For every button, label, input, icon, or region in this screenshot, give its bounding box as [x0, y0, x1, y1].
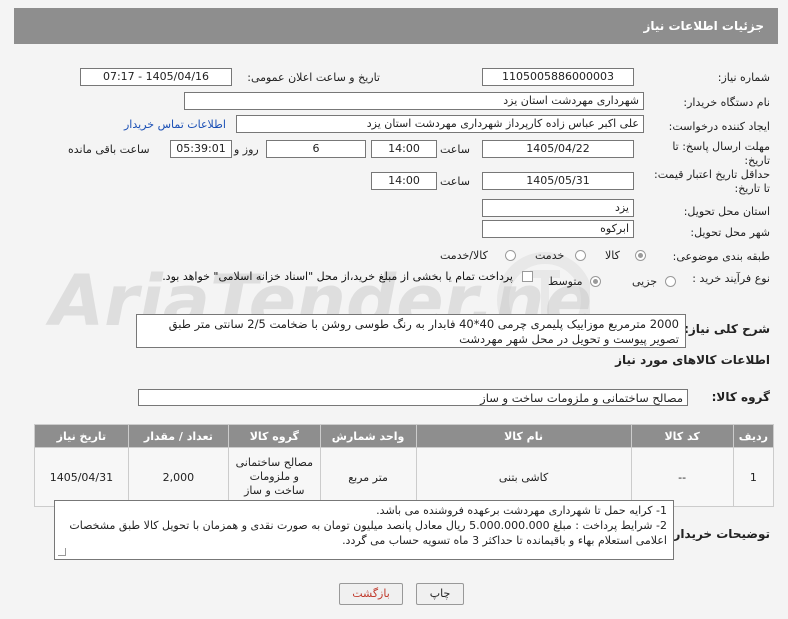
cell-name: کاشی بتنی [415, 447, 632, 507]
purchase-minor-label: جزیی [632, 275, 658, 288]
col-row: ردیف [732, 424, 775, 448]
col-unit: واحد شمارش [319, 424, 417, 448]
goods-group-label: گروه کالا: [711, 390, 770, 404]
treasury-payment-checkbox[interactable] [522, 271, 533, 282]
deadline-date-field: 1405/04/22 [482, 140, 634, 158]
province-field: یزد [482, 199, 634, 217]
description-text: 2000 مترمربع موزاییک پلیمری چرمی 40*40 ف… [168, 317, 679, 346]
need-number-field: 1105005886000003 [482, 68, 634, 86]
days-label: روز و [234, 143, 259, 156]
buyer-notes-line-1: 1- کرایه حمل تا شهرداری مهردشت برعهده فر… [376, 504, 667, 517]
back-button[interactable]: بازگشت [339, 583, 403, 605]
goods-section-title: اطلاعات کالاهای مورد نیاز [615, 353, 770, 367]
province-label: استان محل تحویل: [683, 205, 770, 218]
buyer-notes-label: توضیحات خریدار: [668, 527, 770, 541]
treasury-payment-note: پرداخت تمام یا بخشی از مبلغ خرید،از محل … [162, 270, 513, 283]
resize-handle-icon[interactable] [58, 548, 66, 556]
goods-group-field: مصالح ساختمانی و ملزومات ساخت و ساز [138, 389, 688, 406]
price-validity-label: حداقل تاریخ اعتبار قیمت: [654, 168, 770, 181]
col-code: کد کالا [630, 424, 734, 448]
price-validity-time-field: 14:00 [371, 172, 437, 190]
remaining-time-label: ساعت باقی مانده [68, 143, 150, 156]
category-goods-radio[interactable] [635, 250, 646, 261]
category-service-radio[interactable] [575, 250, 586, 261]
announce-label: تاریخ و ساعت اعلان عمومی: [247, 71, 380, 84]
cell-unit: متر مربع [319, 447, 417, 507]
cell-qty: 2,000 [127, 447, 229, 507]
purchase-medium-label: متوسط [548, 275, 583, 288]
panel-title: جزئیات اطلاعات نیاز [14, 8, 778, 44]
goods-table: ردیف کد کالا نام کالا واحد شمارش گروه کا… [34, 424, 775, 507]
deadline-label-2: تاریخ: [744, 154, 770, 167]
price-validity-label-2: تا تاریخ: [734, 182, 770, 195]
buyer-notes-line-2: 2- شرایط پرداخت : مبلغ 5.000.000.000 ریا… [69, 519, 667, 547]
price-validity-date-field: 1405/05/31 [482, 172, 634, 190]
category-both-label: کالا/خدمت [440, 249, 488, 262]
category-service-label: خدمت [535, 249, 565, 262]
deadline-label: مهلت ارسال پاسخ: تا [672, 140, 770, 153]
days-remaining-field: 6 [266, 140, 366, 158]
city-label: شهر محل تحویل: [690, 226, 770, 239]
col-qty: تعداد / مقدار [127, 424, 229, 448]
category-both-radio[interactable] [505, 250, 516, 261]
buyer-notes-textarea[interactable]: 1- کرایه حمل تا شهرداری مهردشت برعهده فر… [54, 500, 674, 560]
cell-code: -- [630, 447, 734, 507]
purchase-type-label: نوع فرآیند خرید : [692, 272, 770, 285]
city-field: ابرکوه [482, 220, 634, 238]
contact-info-link[interactable]: اطلاعات تماس خریدار [124, 118, 226, 131]
goods-table-header: ردیف کد کالا نام کالا واحد شمارش گروه کا… [34, 424, 775, 448]
creator-field: علی اکبر عباس زاده کارپرداز شهرداری مهرد… [236, 115, 644, 133]
print-button[interactable]: چاپ [416, 583, 464, 605]
purchase-medium-radio[interactable] [590, 276, 601, 287]
purchase-minor-radio[interactable] [665, 276, 676, 287]
cell-group: مصالح ساختمانی و ملزومات ساخت و ساز [227, 447, 321, 507]
col-date: تاریخ نیاز [34, 424, 129, 448]
price-validity-time-label: ساعت [440, 175, 470, 188]
cell-date: 1405/04/31 [34, 447, 129, 507]
description-textarea[interactable]: 2000 مترمربع موزاییک پلیمری چرمی 40*40 ف… [136, 314, 686, 348]
cell-row: 1 [732, 447, 775, 507]
creator-label: ایجاد کننده درخواست: [668, 120, 770, 133]
deadline-time-field: 14:00 [371, 140, 437, 158]
col-group: گروه کالا [227, 424, 321, 448]
table-row: 1 -- کاشی بتنی متر مربع مصالح ساختمانی و… [34, 447, 775, 507]
description-label: شرح کلی نیاز: [684, 322, 770, 336]
announce-date-field: 1405/04/16 - 07:17 [80, 68, 232, 86]
category-goods-label: کالا [605, 249, 620, 262]
buyer-org-field: شهرداری مهردشت استان یزد [184, 92, 644, 110]
col-name: نام کالا [415, 424, 632, 448]
buyer-org-label: نام دستگاه خریدار: [683, 96, 770, 109]
remaining-time-field: 05:39:01 [170, 140, 232, 158]
category-label: طبقه بندی موضوعی: [672, 250, 770, 263]
deadline-time-label: ساعت [440, 143, 470, 156]
need-number-label: شماره نیاز: [717, 71, 770, 84]
